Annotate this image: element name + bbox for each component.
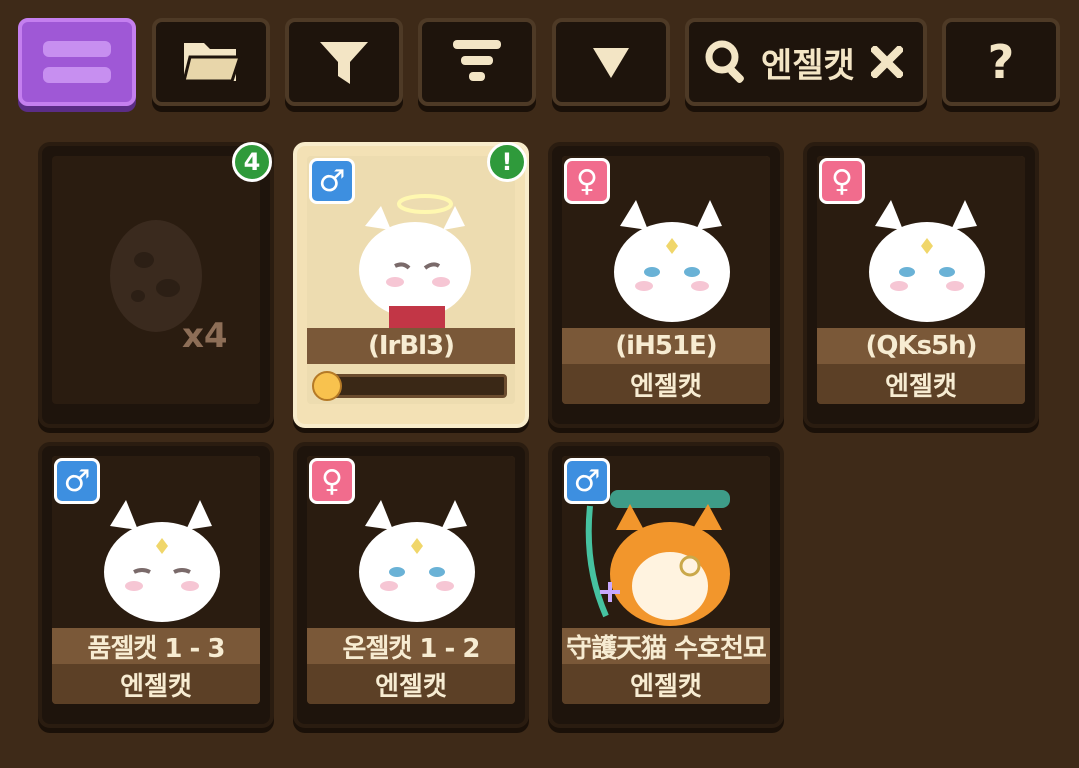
- egg-count: x4: [182, 316, 228, 356]
- search-input[interactable]: 엔젤캣: [761, 38, 855, 87]
- male-icon: ♂: [309, 158, 355, 204]
- alert-badge: !: [487, 142, 527, 182]
- cat-card[interactable]: 품젤캣 1 - 3 엔젤캣 ♂: [38, 442, 274, 728]
- egg-count-badge: 4: [232, 142, 272, 182]
- search-field[interactable]: 엔젤캣: [685, 18, 927, 106]
- cat-card[interactable]: (iH51E) 엔젤캣 ♀: [548, 142, 784, 428]
- smile-icon: [312, 371, 342, 401]
- cat-card[interactable]: (QKs5h) 엔젤캣 ♀: [803, 142, 1039, 428]
- cat-name: (QKs5h): [817, 328, 1025, 364]
- cat-name: 온젤캣 1 - 2: [307, 628, 515, 664]
- cat-name: 품젤캣 1 - 3: [52, 628, 260, 664]
- growth-progress: [312, 371, 507, 401]
- male-icon: ♂: [54, 458, 100, 504]
- cat-type: 엔젤캣: [562, 364, 770, 404]
- cat-name: 守護天猫 수호천묘: [562, 628, 770, 664]
- egg-slot[interactable]: x4 4: [38, 142, 274, 428]
- cat-type: 엔젤캣: [562, 664, 770, 704]
- egg-icon: [110, 220, 202, 332]
- menu-button[interactable]: [18, 18, 136, 106]
- help-button[interactable]: ?: [942, 18, 1060, 106]
- cat-card[interactable]: 온젤캣 1 - 2 엔젤캣 ♀: [293, 442, 529, 728]
- dropdown-button[interactable]: [552, 18, 670, 106]
- cat-type: 엔젤캣: [817, 364, 1025, 404]
- search-icon: [705, 40, 744, 83]
- folder-icon: [182, 43, 242, 83]
- cat-card[interactable]: 守護天猫 수호천묘 엔젤캣 ♂: [548, 442, 784, 728]
- cat-card[interactable]: (IrBl3) ♂ !: [293, 142, 529, 428]
- cat-name: (iH51E): [562, 328, 770, 364]
- female-icon: ♀: [564, 158, 610, 204]
- cat-type: 엔젤캣: [52, 664, 260, 704]
- sort-icon: [453, 40, 501, 81]
- filter-button[interactable]: [285, 18, 403, 106]
- help-label: ?: [987, 35, 1015, 89]
- male-icon: ♂: [564, 458, 610, 504]
- cat-type: 엔젤캣: [307, 664, 515, 704]
- filter-icon: [320, 42, 368, 84]
- cat-name: (IrBl3): [307, 328, 515, 364]
- female-icon: ♀: [309, 458, 355, 504]
- folder-button[interactable]: [152, 18, 270, 106]
- menu-icon: [43, 41, 111, 83]
- sort-button[interactable]: [418, 18, 536, 106]
- female-icon: ♀: [819, 158, 865, 204]
- clear-icon[interactable]: [870, 46, 903, 78]
- dropdown-icon: [593, 48, 629, 78]
